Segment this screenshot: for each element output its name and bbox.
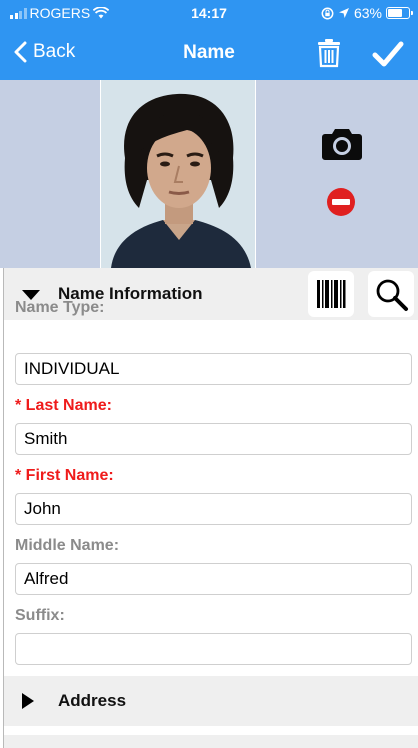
middle-name-field[interactable]: Alfred: [15, 563, 412, 595]
location-icon: [338, 8, 349, 18]
app-header: ROGERS 14:17 63% Back Name: [0, 0, 418, 80]
first-name-field[interactable]: John: [15, 493, 412, 525]
person-photo[interactable]: [100, 80, 256, 268]
suffix-label: Suffix:: [15, 607, 65, 624]
nav-bar: Back Name: [0, 30, 418, 76]
barcode-button[interactable]: [308, 271, 354, 317]
triangle-right-icon: [22, 693, 34, 709]
camera-icon[interactable]: [322, 126, 362, 160]
back-label: Back: [33, 41, 76, 62]
battery-percent: 63%: [353, 5, 382, 21]
last-name-label: * Last Name:: [15, 397, 112, 414]
barcode-icon: [317, 280, 346, 308]
next-section-header: [4, 735, 418, 748]
last-name-field[interactable]: Smith: [15, 423, 412, 455]
search-button[interactable]: [368, 271, 414, 317]
checkmark-icon[interactable]: [372, 40, 404, 68]
name-type-field[interactable]: INDIVIDUAL: [15, 353, 412, 385]
lock-rotation-icon: [321, 7, 334, 19]
person-photo-image: [101, 80, 255, 268]
photo-area: [0, 80, 418, 268]
first-name-label: * First Name:: [15, 467, 114, 484]
back-button[interactable]: Back: [14, 41, 75, 63]
chevron-left-icon: [14, 41, 27, 63]
name-type-label: Name Type:: [15, 299, 105, 316]
battery-icon: [386, 7, 413, 19]
search-icon: [376, 279, 408, 311]
suffix-field[interactable]: [15, 633, 412, 665]
remove-icon[interactable]: [326, 187, 356, 217]
address-header[interactable]: Address: [4, 676, 418, 726]
trash-icon[interactable]: [316, 38, 342, 68]
middle-name-label: Middle Name:: [15, 537, 120, 554]
address-title: Address: [58, 691, 127, 710]
battery-fill: [388, 9, 402, 17]
status-bar: ROGERS 14:17 63%: [0, 0, 418, 26]
